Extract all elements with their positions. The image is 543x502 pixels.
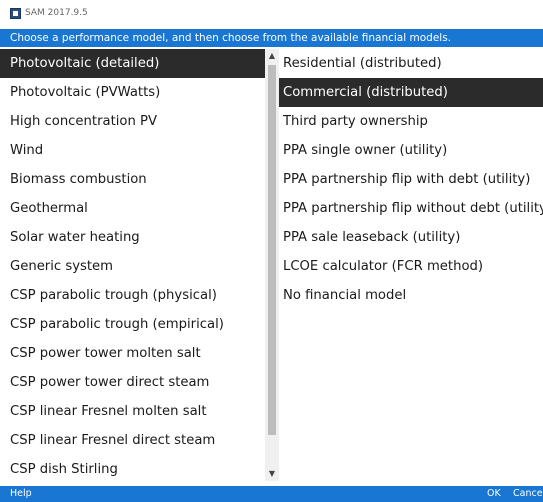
performance-model-item[interactable]: Generic system — [0, 252, 265, 281]
financial-model-item[interactable]: PPA partnership flip with debt (utility) — [279, 165, 543, 194]
performance-model-item[interactable]: CSP linear Fresnel direct steam — [0, 426, 265, 455]
financial-model-item[interactable]: Commercial (distributed) — [279, 78, 543, 107]
performance-model-item[interactable]: CSP power tower direct steam — [0, 368, 265, 397]
chevron-up-icon[interactable]: ▲ — [265, 49, 279, 63]
financial-model-item[interactable]: PPA single owner (utility) — [279, 136, 543, 165]
financial-model-item[interactable]: Residential (distributed) — [279, 49, 543, 78]
instruction-bar: Choose a performance model, and then cho… — [0, 29, 543, 47]
financial-model-item[interactable]: PPA partnership flip without debt (utili… — [279, 194, 543, 223]
performance-model-item[interactable]: CSP dish Stirling — [0, 455, 265, 481]
ok-button[interactable]: OK — [487, 486, 501, 502]
performance-model-item[interactable]: High concentration PV — [0, 107, 265, 136]
financial-model-item[interactable]: LCOE calculator (FCR method) — [279, 252, 543, 281]
financial-model-list[interactable]: Residential (distributed) Commercial (di… — [279, 49, 543, 481]
performance-model-list[interactable]: Photovoltaic (detailed) Photovoltaic (PV… — [0, 49, 265, 481]
performance-model-item[interactable]: Wind — [0, 136, 265, 165]
performance-model-item[interactable]: CSP linear Fresnel molten salt — [0, 397, 265, 426]
performance-model-item[interactable]: Geothermal — [0, 194, 265, 223]
performance-model-item[interactable]: CSP parabolic trough (physical) — [0, 281, 265, 310]
financial-model-item[interactable]: PPA sale leaseback (utility) — [279, 223, 543, 252]
financial-model-item[interactable]: No financial model — [279, 281, 543, 310]
help-button[interactable]: Help — [10, 486, 32, 502]
performance-model-item[interactable]: Photovoltaic (PVWatts) — [0, 78, 265, 107]
instruction-text: Choose a performance model, and then cho… — [10, 32, 451, 44]
chevron-down-icon[interactable]: ▼ — [265, 467, 279, 481]
performance-model-item[interactable]: Solar water heating — [0, 223, 265, 252]
performance-model-item[interactable]: Biomass combustion — [0, 165, 265, 194]
title-bar: SAM 2017.9.5 — [0, 0, 543, 29]
performance-model-item[interactable]: CSP parabolic trough (empirical) — [0, 310, 265, 339]
window-title: SAM 2017.9.5 — [25, 8, 88, 18]
sam-app-icon — [10, 8, 21, 19]
scrollbar-thumb[interactable] — [268, 65, 276, 435]
performance-model-item[interactable]: CSP power tower molten salt — [0, 339, 265, 368]
performance-list-scrollbar[interactable]: ▲ ▼ — [265, 49, 279, 481]
cancel-button[interactable]: Cancel — [513, 486, 543, 502]
footer-bar: Help OK Cancel — [0, 486, 543, 502]
financial-model-item[interactable]: Third party ownership — [279, 107, 543, 136]
performance-model-item[interactable]: Photovoltaic (detailed) — [0, 49, 265, 78]
